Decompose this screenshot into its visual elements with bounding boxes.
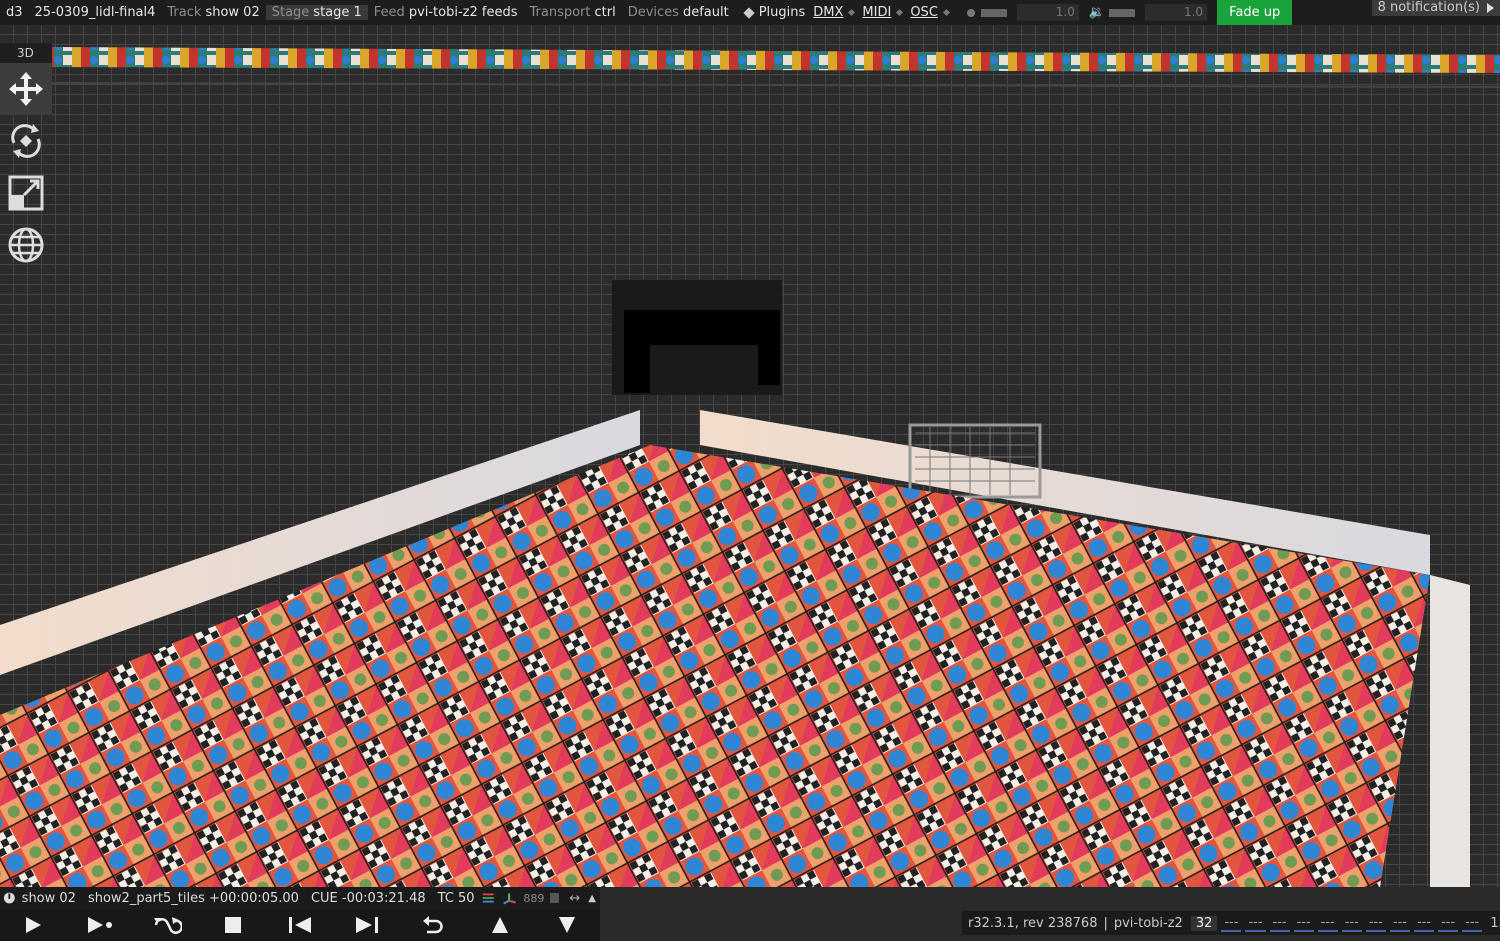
layers-icon[interactable]: [481, 891, 495, 905]
plugins-icon: [743, 6, 755, 19]
previous-button[interactable]: [280, 910, 320, 940]
caret-up-icon[interactable]: ▲: [584, 893, 600, 904]
volume-slider[interactable]: [1109, 8, 1136, 17]
osc-menu[interactable]: OSC: [908, 5, 944, 20]
volume-value[interactable]: 1.0: [1145, 4, 1208, 21]
machine-name[interactable]: pvi-tobi-z2: [1108, 916, 1189, 931]
playback-status-bar: show 02 show2_part5_tiles +00:00:05.00 C…: [0, 887, 600, 909]
status-section[interactable]: show2_part5_tiles +00:00:05.00: [82, 891, 305, 906]
dmx-menu[interactable]: DMX: [811, 5, 849, 20]
play-icon: [26, 917, 42, 933]
view-mode-label[interactable]: 3D: [0, 43, 52, 63]
stop-icon: [225, 917, 242, 933]
skip-forward-icon: [355, 917, 378, 933]
slot-indicator: ---: [1389, 915, 1410, 932]
frame-box-icon: [550, 893, 560, 903]
skip-back-icon: [288, 917, 311, 933]
slot-indicator: ---: [1317, 915, 1338, 932]
loop-icon: [153, 917, 182, 934]
move-icon: [9, 72, 43, 106]
system-status-bar: r32.3.1, rev 238768 | pvi-tobi-z2 32 ---…: [962, 911, 1500, 935]
next-section-button[interactable]: [547, 910, 587, 940]
brightness-icon: [966, 8, 975, 17]
dmx-status-icon: [848, 8, 856, 17]
slot-indicator: ---: [1221, 915, 1242, 932]
status-track[interactable]: show 02: [16, 891, 82, 906]
midi-status-icon: [896, 8, 904, 17]
app-name[interactable]: d3: [0, 5, 29, 20]
power-icon: [3, 892, 15, 904]
osc-status-icon: [942, 8, 950, 17]
stage-selector[interactable]: stage 1: [311, 5, 368, 20]
loop-button[interactable]: [147, 910, 187, 940]
horizontal-arrows-icon[interactable]: ↔: [565, 891, 584, 906]
play-to-end-button[interactable]: [80, 910, 120, 940]
slot-indicator: ---: [1293, 915, 1314, 932]
status-cue[interactable]: CUE -00:03:21.48: [305, 891, 432, 906]
fade-up-button[interactable]: Fade up: [1217, 0, 1293, 25]
frame-count: 889: [523, 891, 545, 905]
slot-indicator: ---: [1462, 915, 1483, 932]
rotate-icon: [11, 124, 41, 158]
midi-menu[interactable]: MIDI: [860, 5, 897, 20]
rotate-tool[interactable]: [0, 115, 52, 167]
clock: 13:43:01: [1490, 915, 1500, 931]
transport-selector[interactable]: ctrl: [593, 5, 622, 20]
globe-icon: [8, 227, 44, 263]
notifications-button[interactable]: 8 notification(s): [1371, 0, 1500, 16]
scale-icon: [8, 175, 44, 211]
feed-selector[interactable]: pvi-tobi-z2 feeds: [407, 5, 524, 20]
slot-indicator: ---: [1438, 915, 1459, 932]
slot-indicator: ---: [1341, 915, 1362, 932]
project-name[interactable]: 25-0309_lidl-final4: [29, 5, 162, 20]
return-icon: [423, 916, 443, 934]
3d-viewport[interactable]: [0, 25, 1500, 887]
globe-tool[interactable]: [0, 219, 52, 271]
slot-indicator: ---: [1413, 915, 1435, 932]
play-section-icon: [87, 917, 112, 933]
triangle-up-icon: [491, 917, 508, 933]
status-timecode[interactable]: TC 50: [432, 891, 481, 906]
axis-icon[interactable]: [501, 891, 517, 905]
previous-section-button[interactable]: [480, 910, 520, 940]
devices-selector[interactable]: default: [681, 5, 735, 20]
slot-indicator: ---: [1365, 915, 1386, 932]
version-info: r32.3.1, rev 238768: [968, 915, 1098, 931]
plugins-menu[interactable]: Plugins: [757, 5, 812, 20]
track-label: Track: [167, 5, 202, 20]
stop-button[interactable]: [213, 910, 253, 940]
transport-label: Transport: [529, 5, 591, 20]
machine-count-badge[interactable]: 32: [1190, 915, 1218, 931]
feed-label: Feed: [373, 5, 405, 20]
triangle-down-icon: [558, 917, 575, 933]
play-button[interactable]: [13, 910, 53, 940]
devices-label: Devices: [627, 5, 679, 20]
slot-indicator: ---: [1269, 915, 1290, 932]
return-button[interactable]: [413, 910, 453, 940]
stadium-scene: [0, 25, 1500, 887]
next-button[interactable]: [347, 910, 387, 940]
speaker-icon: 🔉: [1088, 5, 1106, 20]
tool-palette: 3D: [0, 43, 52, 271]
move-tool[interactable]: [0, 63, 52, 115]
stage-label: Stage: [265, 5, 312, 20]
top-menu-bar: d3 25-0309_lidl-final4 Track show 02 Sta…: [0, 0, 1500, 25]
brightness-slider[interactable]: [980, 8, 1007, 17]
track-selector[interactable]: show 02: [203, 5, 265, 20]
slot-indicator: ---: [1245, 915, 1266, 932]
brightness-value[interactable]: 1.0: [1016, 4, 1079, 21]
scale-tool[interactable]: [0, 167, 52, 219]
transport-controls: [0, 909, 600, 941]
